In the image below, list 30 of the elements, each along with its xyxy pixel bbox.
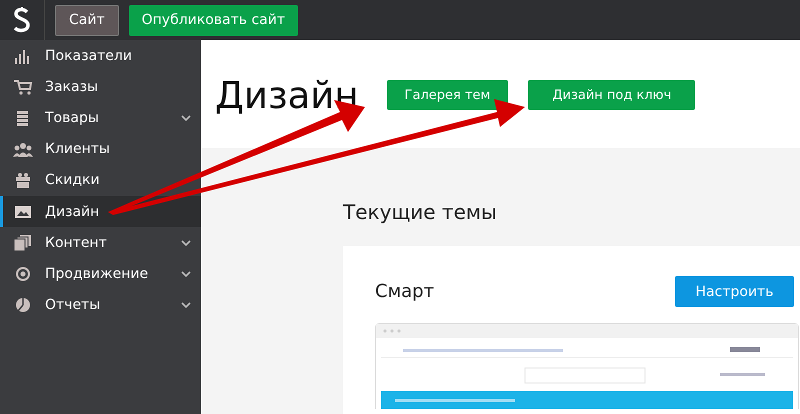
sidebar-item[interactable]: Скидки [0,164,201,196]
sidebar-item[interactable]: Показатели [0,40,201,72]
top-bar-button[interactable]: Сайт [55,4,119,36]
sidebar-item[interactable]: Товары [0,102,201,134]
sidebar-item-label: Отчеты [45,297,102,314]
sidebar-item[interactable]: Клиенты [0,134,201,165]
sidebar-item[interactable]: Дизайн [0,196,201,228]
section-title: Текущие темы [343,200,498,224]
sidebar-item-label: Скидки [45,172,101,188]
target-icon [13,266,33,282]
pie-icon [13,297,33,314]
sidebar-item-label: Заказы [45,78,100,95]
logo-icon [13,7,31,33]
sidebar-item[interactable]: Контент [0,227,201,258]
sidebar-item-label: Показатели [45,48,133,64]
sidebar-item-label: Дизайн [45,204,100,220]
people-icon [13,141,33,158]
image-icon [13,204,33,220]
sidebar-item-label: Клиенты [45,141,111,158]
sidebar-item[interactable]: Продвижение [0,258,201,290]
pages-icon [13,234,33,251]
sidebar-item-label: Продвижение [45,266,150,282]
page-title: Дизайн [215,74,359,117]
sidebar-item-label: Товары [45,110,100,126]
gift-icon [13,172,33,188]
sidebar-item[interactable]: Отчеты [0,290,201,321]
sidebar-item[interactable]: Заказы [0,71,201,102]
cart-icon [13,78,33,95]
sidebar-item-label: Контент [45,234,108,251]
theme-name: Смарт [375,281,434,302]
